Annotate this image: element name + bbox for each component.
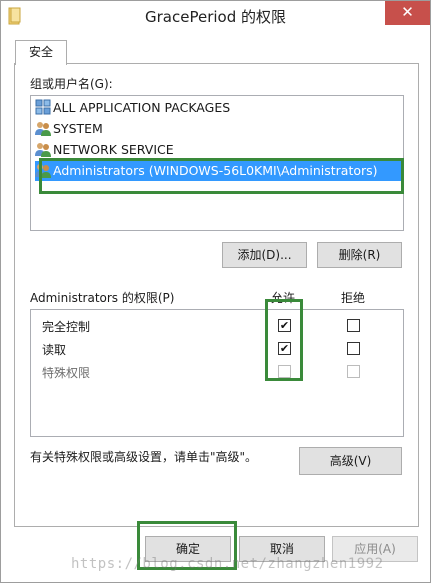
users-group-icon	[35, 164, 51, 178]
tab-security[interactable]: 安全	[15, 40, 67, 65]
title-bar[interactable]: GracePeriod 的权限 ✕	[1, 1, 430, 31]
permissions-listbox: 完全控制 读取 特殊权限 ✔ ✔	[30, 309, 404, 437]
deny-special-checkbox	[347, 365, 360, 378]
application-packages-icon	[35, 99, 51, 115]
list-item-selected[interactable]: Administrators (WINDOWS-56L0KMI\Administ…	[35, 161, 401, 181]
remove-button[interactable]: 删除(R)	[317, 242, 402, 268]
close-button[interactable]: ✕	[385, 1, 430, 25]
advanced-button[interactable]: 高级(V)	[299, 447, 402, 475]
permission-name: 完全控制	[42, 320, 91, 334]
advanced-hint: 有关特殊权限或高级设置，请单击"高级"。	[30, 450, 258, 464]
groups-label: 组或用户名(G):	[30, 77, 113, 91]
list-item[interactable]: NETWORK SERVICE	[35, 140, 401, 160]
watermark: https://blog.csdn.net/zhangzhen1992	[71, 556, 384, 572]
window-title: GracePeriod 的权限	[145, 8, 286, 26]
permission-name: 特殊权限	[42, 366, 91, 380]
list-item-label: Administrators (WINDOWS-56L0KMI\Administ…	[53, 163, 378, 178]
deny-full-control-checkbox[interactable]	[347, 319, 360, 332]
deny-header: 拒绝	[341, 291, 366, 305]
list-item-label: ALL APPLICATION PACKAGES	[53, 100, 231, 115]
add-button[interactable]: 添加(D)...	[222, 242, 307, 268]
users-group-icon	[35, 122, 51, 136]
allow-special-checkbox	[278, 365, 291, 378]
permissions-dialog: GracePeriod 的权限 ✕ 安全 组或用户名(G): ALL APPLI…	[0, 0, 431, 583]
groups-listbox[interactable]: ALL APPLICATION PACKAGES SYSTEM NETWORK …	[30, 95, 404, 231]
allow-full-control-checkbox[interactable]: ✔	[278, 319, 291, 332]
permission-name: 读取	[42, 343, 67, 357]
permissions-label: Administrators 的权限(P)	[30, 291, 175, 305]
list-item[interactable]: ALL APPLICATION PACKAGES	[35, 98, 401, 118]
allow-read-checkbox[interactable]: ✔	[278, 342, 291, 355]
list-item[interactable]: SYSTEM	[35, 119, 401, 139]
deny-read-checkbox[interactable]	[347, 342, 360, 355]
list-item-label: NETWORK SERVICE	[53, 142, 174, 157]
allow-header: 允许	[271, 291, 296, 305]
list-item-label: SYSTEM	[53, 121, 103, 136]
users-group-icon	[35, 143, 51, 157]
